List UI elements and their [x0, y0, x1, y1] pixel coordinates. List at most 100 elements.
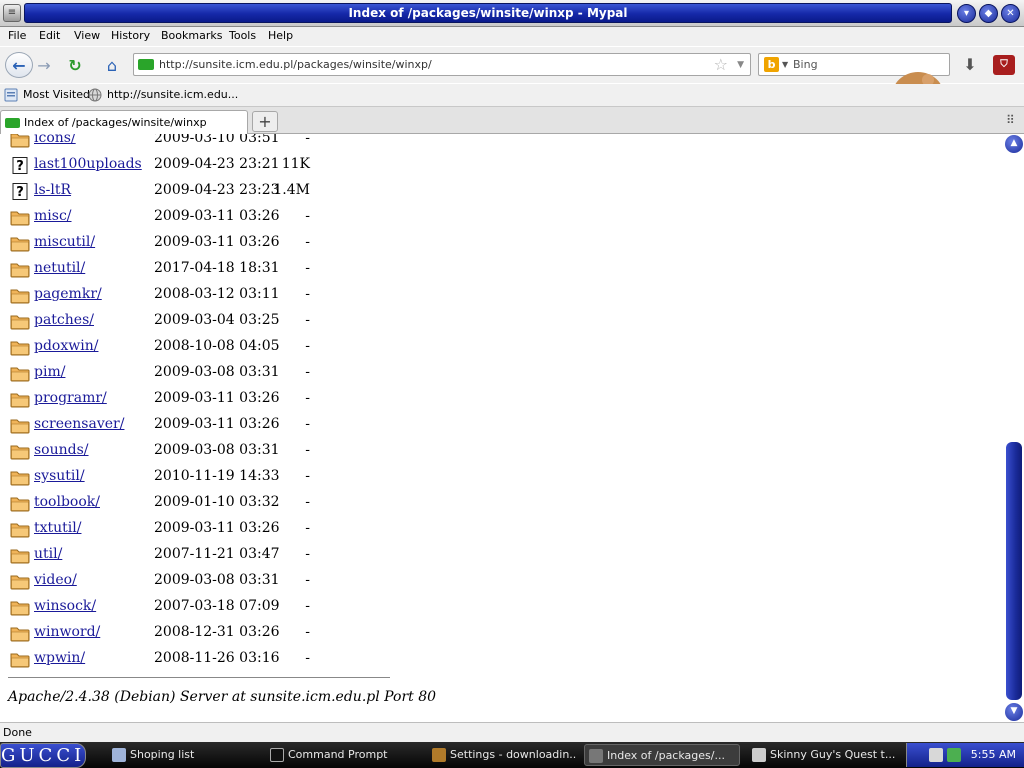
start-button[interactable]: GUCCI [0, 743, 86, 768]
folder-icon [10, 134, 30, 148]
task-shoping-list[interactable]: Shoping list [108, 744, 258, 766]
folder-icon [10, 393, 30, 408]
server-signature: Apache/2.4.38 (Debian) Server at sunsite… [8, 689, 437, 705]
task-game[interactable]: Skinny Guy's Quest t... [748, 744, 898, 766]
vertical-scrollbar[interactable]: ▲ ▼ [1004, 134, 1024, 722]
bookmark-most-visited[interactable]: Most Visited [23, 88, 90, 101]
ublock-button[interactable]: ⛉ [993, 55, 1015, 75]
engine-dropdown-icon[interactable]: ▼ [782, 60, 788, 69]
menu-bar: File Edit View History Bookmarks Tools H… [0, 27, 1024, 46]
home-icon: ⌂ [106, 56, 118, 75]
app-menu-icon[interactable]: ≡ [3, 4, 21, 22]
reload-button[interactable]: ↻ [62, 52, 88, 78]
folder-icon [10, 445, 30, 460]
notepad-icon [112, 748, 126, 762]
menu-view[interactable]: View [74, 29, 100, 42]
minimize-button[interactable]: ▾ [957, 4, 976, 23]
game-icon [752, 748, 766, 762]
tray-network-icon[interactable] [929, 748, 943, 762]
clock[interactable]: 5:55 AM [971, 748, 1016, 761]
modified-date: 2007-11-21 03:47 [154, 546, 280, 562]
menu-file[interactable]: File [8, 29, 26, 42]
tab-index-of[interactable]: Index of /packages/winsite/winxp [0, 110, 248, 135]
folder-icon [10, 211, 30, 226]
status-text: Done [3, 726, 32, 739]
close-button[interactable]: ✕ [1001, 4, 1020, 23]
task-command-prompt[interactable]: Command Prompt [266, 744, 418, 766]
file-link[interactable]: last100uploads [34, 156, 142, 172]
svg-text:?: ? [16, 185, 24, 200]
modified-date: 2009-03-10 03:51 [154, 134, 280, 146]
title-bar[interactable]: ≡ Index of /packages/winsite/winxp - Myp… [0, 0, 1024, 27]
scroll-thumb[interactable] [1006, 442, 1022, 700]
modified-date: 2009-04-23 23:21 [154, 156, 280, 172]
file-link[interactable]: icons/ [34, 134, 76, 146]
folder-icon [10, 237, 30, 252]
url-dropdown-icon[interactable]: ▼ [737, 60, 744, 70]
modified-date: 2009-03-08 03:31 [154, 572, 280, 588]
search-input[interactable]: Bing [793, 58, 818, 71]
bookmark-star-icon[interactable]: ☆ [714, 55, 728, 74]
file-size: - [305, 134, 310, 146]
url-bar[interactable]: http://sunsite.icm.edu.pl/packages/winsi… [133, 53, 751, 76]
bookmark-sunsite[interactable]: http://sunsite.icm.edu... [107, 88, 238, 101]
window-title: Index of /packages/winsite/winxp - Mypal [348, 6, 628, 20]
file-size: - [305, 598, 310, 614]
maximize-button[interactable]: ◆ [979, 4, 998, 23]
forward-button[interactable]: → [34, 52, 54, 78]
bing-icon[interactable]: b [764, 57, 779, 72]
modified-date: 2007-03-18 07:09 [154, 598, 280, 614]
file-link[interactable]: patches/ [34, 312, 94, 328]
file-link[interactable]: winsock/ [34, 598, 96, 614]
file-link[interactable]: misc/ [34, 208, 72, 224]
file-link[interactable]: screensaver/ [34, 416, 124, 432]
file-link[interactable]: txtutil/ [34, 520, 81, 536]
folder-icon [10, 575, 30, 590]
tab-label: Index of /packages/winsite/winxp [24, 116, 207, 129]
file-link[interactable]: pim/ [34, 364, 65, 380]
file-link[interactable]: toolbook/ [34, 494, 100, 510]
file-link[interactable]: video/ [34, 572, 77, 588]
modified-date: 2008-10-08 04:05 [154, 338, 280, 354]
folder-icon [10, 627, 30, 642]
file-link[interactable]: sysutil/ [34, 468, 85, 484]
file-link[interactable]: miscutil/ [34, 234, 95, 250]
file-link[interactable]: wpwin/ [34, 650, 85, 666]
file-link[interactable]: netutil/ [34, 260, 85, 276]
file-link[interactable]: winword/ [34, 624, 100, 640]
file-link[interactable]: pagemkr/ [34, 286, 102, 302]
task-settings[interactable]: Settings - downloadin... [428, 744, 576, 766]
scroll-down-icon[interactable]: ▼ [1005, 703, 1023, 721]
file-link[interactable]: programr/ [34, 390, 107, 406]
task-label: Shoping list [130, 748, 195, 761]
divider [8, 677, 390, 678]
folder-icon [10, 497, 30, 512]
tab-list-icon[interactable]: ⠿ [1006, 113, 1015, 127]
scroll-up-icon[interactable]: ▲ [1005, 135, 1023, 153]
new-tab-button[interactable]: + [252, 111, 278, 132]
file-link[interactable]: ls-ltR [34, 182, 71, 198]
url-text[interactable]: http://sunsite.icm.edu.pl/packages/winsi… [159, 58, 432, 71]
file-link[interactable]: util/ [34, 546, 62, 562]
menu-help[interactable]: Help [268, 29, 293, 42]
menu-edit[interactable]: Edit [39, 29, 60, 42]
modified-date: 2009-03-11 03:26 [154, 208, 280, 224]
folder-icon [10, 263, 30, 278]
back-button[interactable]: ← [5, 52, 33, 78]
file-size: - [305, 572, 310, 588]
menu-history[interactable]: History [111, 29, 150, 42]
menu-bookmarks[interactable]: Bookmarks [161, 29, 222, 42]
shield-icon: ⛉ [1000, 59, 1008, 70]
file-size: - [305, 624, 310, 640]
menu-tools[interactable]: Tools [229, 29, 256, 42]
file-link[interactable]: sounds/ [34, 442, 89, 458]
file-size: - [305, 650, 310, 666]
file-size: - [305, 390, 310, 406]
bookmarks-bar: Most Visited http://sunsite.icm.edu... [0, 84, 1024, 107]
tray-globe-icon[interactable] [947, 748, 961, 762]
site-identity-icon[interactable] [138, 59, 154, 70]
task-browser[interactable]: Index of /packages/... [584, 744, 740, 766]
task-label: Command Prompt [288, 748, 388, 761]
file-link[interactable]: pdoxwin/ [34, 338, 98, 354]
home-button[interactable]: ⌂ [98, 52, 126, 78]
